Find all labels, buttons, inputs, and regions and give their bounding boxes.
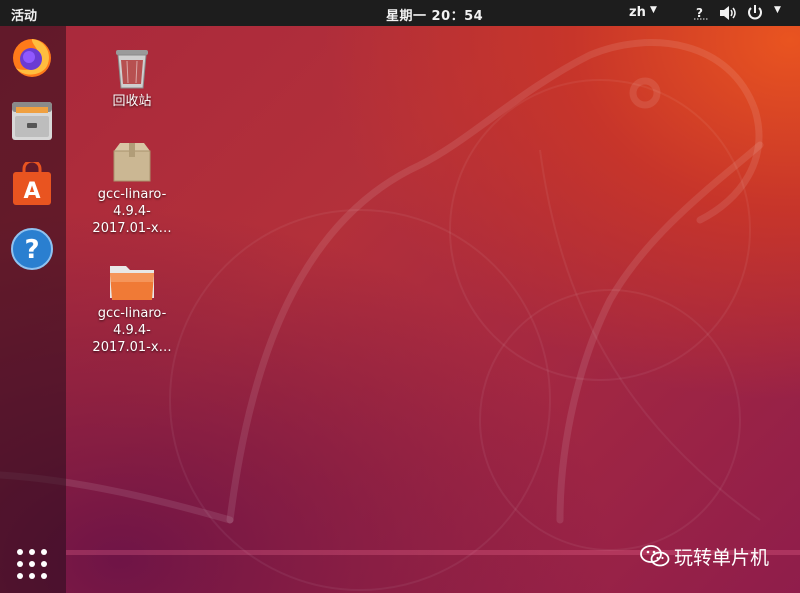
- svg-text:?: ?: [24, 235, 39, 265]
- wechat-icon: [640, 545, 670, 567]
- svg-text:?: ?: [696, 6, 703, 20]
- power-icon[interactable]: [746, 4, 764, 22]
- firefox-icon[interactable]: [9, 34, 55, 80]
- activities-button[interactable]: 活动: [11, 5, 37, 24]
- help-icon[interactable]: ?: [9, 226, 55, 272]
- desktop-icon-archive[interactable]: gcc-linaro- 4.9.4- 2017.01-x…: [84, 141, 180, 237]
- desktop-icon-label: gcc-linaro- 4.9.4- 2017.01-x…: [92, 187, 172, 236]
- desktop-icon-trash[interactable]: 回收站: [84, 44, 180, 110]
- input-language[interactable]: zh: [629, 5, 646, 20]
- archive-package-icon: [113, 143, 151, 182]
- dock: A ?: [0, 26, 66, 593]
- top-bar: 活动 星期一 20：54 zh ▼ ? ▼: [0, 0, 800, 26]
- folder-icon: [110, 266, 154, 300]
- software-center-icon[interactable]: A: [9, 162, 55, 208]
- trash-icon: [116, 50, 148, 89]
- svg-text:A: A: [23, 179, 40, 204]
- show-applications-icon[interactable]: [16, 548, 48, 580]
- watermark-text: 玩转单片机: [674, 547, 770, 569]
- chevron-down-icon[interactable]: ▼: [650, 5, 657, 15]
- accessibility-icon[interactable]: ?: [692, 4, 710, 22]
- volume-icon[interactable]: [718, 4, 738, 22]
- desktop-icon-folder[interactable]: gcc-linaro- 4.9.4- 2017.01-x…: [84, 260, 180, 356]
- clock[interactable]: 星期一 20：54: [386, 5, 483, 24]
- files-icon[interactable]: [9, 98, 55, 144]
- desktop-icon-label: 回收站: [112, 94, 152, 109]
- system-menu-chevron-icon[interactable]: ▼: [774, 5, 781, 15]
- desktop-icon-label: gcc-linaro- 4.9.4- 2017.01-x…: [92, 306, 172, 355]
